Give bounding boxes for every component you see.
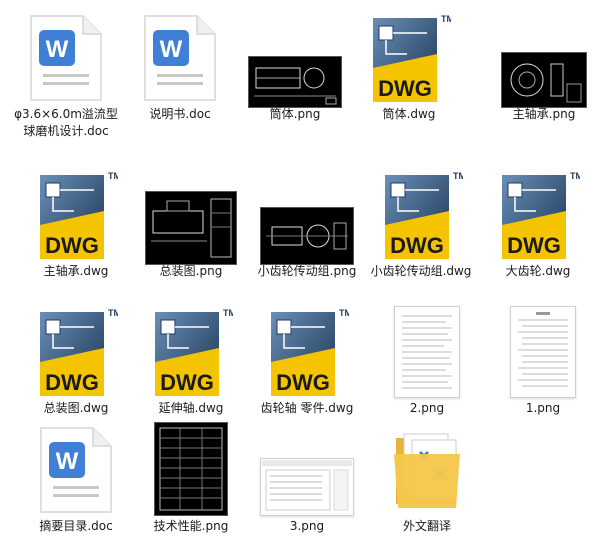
dwg-file-icon: DWG TM xyxy=(373,14,451,102)
image-thumbnail-icon xyxy=(145,191,237,265)
image-thumbnail-icon xyxy=(394,306,460,398)
image-thumbnail-icon xyxy=(154,422,228,516)
svg-text:DWG: DWG xyxy=(160,370,214,395)
svg-text:TM: TM xyxy=(453,171,463,181)
dwg-file-icon: DWG TM xyxy=(385,171,463,259)
folder-icon xyxy=(394,433,460,508)
file-name: 外文翻译 xyxy=(402,519,451,533)
dwg-file-icon: DWG TM xyxy=(271,308,349,396)
file-grid: W φ3.6×6.0m溢流型球磨机设计.doc W 说明书.doc 筒体.png… xyxy=(0,0,612,547)
dwg-file-icon: DWG TM xyxy=(40,171,118,259)
file-name: 说明书.doc xyxy=(149,107,211,121)
svg-text:TM: TM xyxy=(223,308,233,318)
svg-text:W: W xyxy=(160,36,183,63)
svg-text:DWG: DWG xyxy=(45,370,99,395)
file-name: 筒体.dwg xyxy=(382,107,436,121)
file-name: 3.png xyxy=(289,519,325,533)
dwg-file-icon: DWG TM xyxy=(502,171,580,259)
file-name: 大齿轮.dwg xyxy=(505,264,571,278)
image-thumbnail-icon xyxy=(510,306,576,398)
dwg-file-icon: DWG TM xyxy=(40,308,118,396)
svg-text:TM: TM xyxy=(108,171,118,181)
svg-text:DWG: DWG xyxy=(276,370,330,395)
file-name: 2.png xyxy=(409,401,445,415)
file-name: 总装图.dwg xyxy=(43,401,109,415)
file-name: 总装图.png xyxy=(159,264,223,278)
svg-text:DWG: DWG xyxy=(390,233,444,258)
image-thumbnail-icon xyxy=(248,56,342,108)
file-name: 小齿轮传动组.dwg xyxy=(370,264,472,278)
svg-text:TM: TM xyxy=(441,14,451,24)
svg-text:W: W xyxy=(56,448,79,475)
file-name: 延伸轴.dwg xyxy=(158,401,224,415)
file-name: 摘要目录.doc xyxy=(39,519,113,533)
image-thumbnail-icon xyxy=(501,52,587,108)
file-name: 技术性能.png xyxy=(153,519,229,533)
image-thumbnail-icon xyxy=(260,458,354,516)
svg-text:TM: TM xyxy=(570,171,580,181)
file-name: 筒体.png xyxy=(269,107,321,121)
file-name: 齿轮轴 零件.dwg xyxy=(260,401,354,415)
file-name: 1.png xyxy=(525,401,561,415)
svg-text:DWG: DWG xyxy=(378,76,432,101)
word-document-icon: W xyxy=(40,427,112,513)
image-thumbnail-icon xyxy=(260,207,354,265)
file-name: 主轴承.dwg xyxy=(43,264,109,278)
svg-text:TM: TM xyxy=(339,308,349,318)
svg-text:DWG: DWG xyxy=(507,233,561,258)
svg-text:DWG: DWG xyxy=(45,233,99,258)
dwg-file-icon: DWG TM xyxy=(155,308,233,396)
word-document-icon: W xyxy=(144,15,216,101)
file-name: φ3.6×6.0m溢流型球磨机设计.doc xyxy=(14,107,118,138)
file-name: 主轴承.png xyxy=(512,107,576,121)
word-document-icon: W xyxy=(30,15,102,101)
svg-text:TM: TM xyxy=(108,308,118,318)
svg-text:W: W xyxy=(46,36,69,63)
file-name: 小齿轮传动组.png xyxy=(257,264,357,278)
